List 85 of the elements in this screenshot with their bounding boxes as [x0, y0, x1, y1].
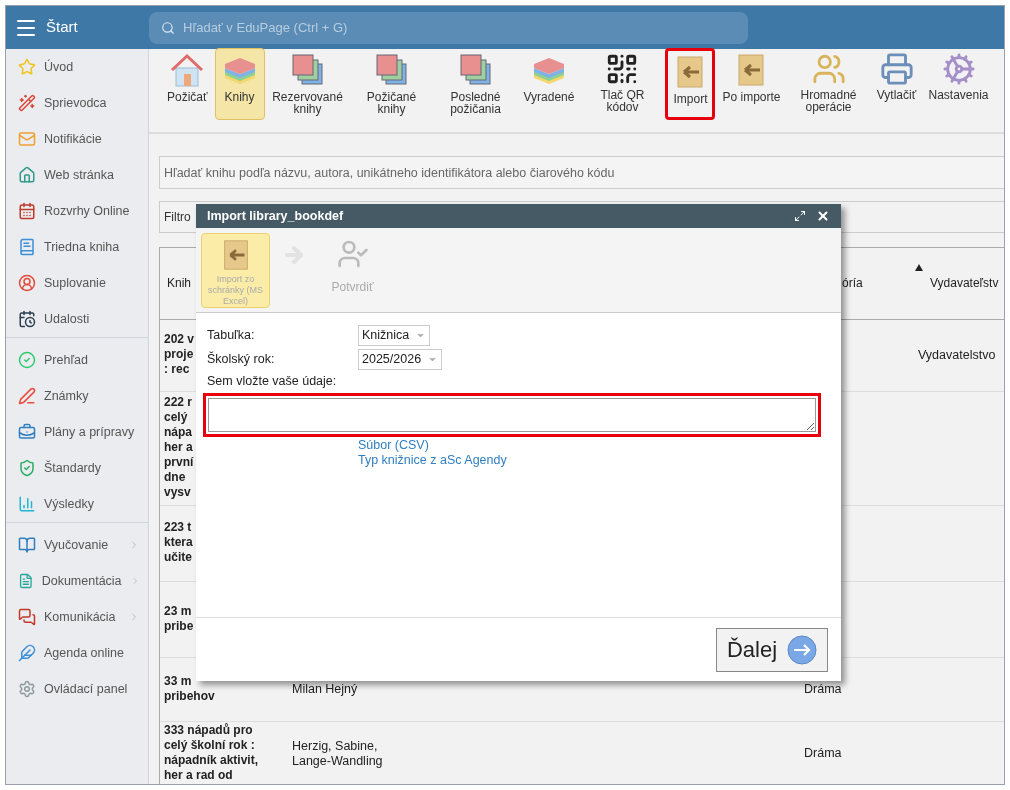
sidebar-item[interactable]: Výsledky: [6, 486, 148, 522]
maximize-icon[interactable]: [794, 210, 806, 222]
column-header[interactable]: Knih: [167, 276, 192, 291]
book-title: 202 v proje : rec: [164, 332, 195, 378]
dropdown[interactable]: 2025/2026: [358, 348, 443, 370]
bar-chart-icon: [18, 495, 36, 513]
person-icon: [18, 274, 36, 292]
envelope-icon: [18, 130, 36, 148]
document-icon: [18, 572, 34, 590]
book-title: 223 t ktera učite: [164, 520, 193, 566]
sidebar-item[interactable]: Ovládací panel: [6, 671, 148, 707]
book-title: 33 m pribehov: [164, 673, 215, 704]
link[interactable]: Súbor (CSV): [358, 437, 429, 453]
sidebar-item[interactable]: Agenda online: [6, 635, 148, 671]
toolbar-button[interactable]: Nastavenia: [923, 48, 994, 120]
dialog-title: Import library_bookdef: [207, 207, 345, 225]
sidebar-item[interactable]: Rozvrhy Online: [6, 193, 148, 229]
stacked-squares-icon: [457, 52, 494, 88]
column-header[interactable]: óría: [842, 276, 863, 291]
sidebar-item[interactable]: Suplovanie: [6, 265, 148, 301]
search-icon: [161, 20, 175, 35]
link[interactable]: Typ knižnice z aSc Agendy: [358, 452, 507, 468]
global-search-field[interactable]: Hľadať v EduPage (Ctrl + G): [149, 11, 748, 44]
author-cell-text: Herzig, Sabine, Lange-Wandling: [292, 738, 384, 769]
people-icon: [811, 52, 846, 86]
chat-icon: [18, 608, 36, 626]
start-title[interactable]: Štart: [46, 16, 78, 39]
house-icon: [169, 52, 206, 88]
sidebar-item[interactable]: Sprievodca: [6, 85, 148, 121]
toolbar-button[interactable]: Rezervované knihy: [266, 48, 349, 120]
stacked-squares-icon: [373, 52, 410, 88]
next-button[interactable]: Ďalej: [716, 627, 828, 672]
calendar-icon: [18, 202, 36, 220]
sidebar-item[interactable]: Dokumentácia: [6, 563, 148, 599]
house-icon: [18, 166, 36, 184]
gears-icon: [941, 52, 976, 86]
dropdown[interactable]: Knižnica: [358, 324, 431, 346]
star-icon: [18, 58, 36, 76]
close-icon[interactable]: [816, 209, 830, 223]
sidebar-item[interactable]: Úvod: [6, 49, 148, 85]
book-title: 23 m pribe: [164, 603, 194, 634]
feather-icon: [18, 644, 36, 662]
field-label: Tabuľka:: [207, 326, 256, 344]
toolbar-button[interactable]: Požičať: [162, 48, 213, 120]
column-header[interactable]: Vydavateľstv: [930, 276, 999, 291]
category-cell: Dráma: [804, 746, 842, 761]
check-circle-icon: [18, 351, 36, 369]
sidebar-item[interactable]: Prehľad: [6, 342, 148, 378]
sidebar-item[interactable]: Známky: [6, 378, 148, 414]
stacked-squares-icon: [289, 52, 326, 88]
settings-icon: [18, 680, 36, 698]
sidebar-item[interactable]: Plány a prípravy: [6, 414, 148, 450]
briefcase-icon: [18, 423, 36, 441]
book-icon: [18, 238, 36, 256]
sidebar-item[interactable]: Udalosti: [6, 301, 148, 337]
field-label: Sem vložte vaše údaje:: [207, 374, 337, 388]
toolbar-button[interactable]: Knihy: [214, 48, 265, 120]
calendar-icon: [18, 310, 36, 328]
open-book-icon: [18, 536, 36, 554]
category-cell: Dráma: [804, 682, 842, 697]
toolbar-button[interactable]: Vytlačiť: [871, 48, 922, 120]
toolbar-button[interactable]: Hromadné operácie: [787, 48, 870, 120]
printer-icon: [879, 52, 914, 86]
sidebar-item[interactable]: Komunikácia: [6, 599, 148, 635]
book-title: 333 nápadů pro celý školní rok : nápadník aktivit, her a rad od: [164, 722, 259, 783]
sidebar-item[interactable]: Vyučovanie: [6, 527, 148, 563]
filter-label: Filtro: [164, 209, 191, 226]
field-label: Školský rok:: [207, 350, 276, 368]
book-search-field[interactable]: Hľadať knihu podľa názvu, autora, unikátneho identifikátora alebo čiarového kódu: [159, 156, 1004, 189]
author-cell-text: Milan Hejný: [292, 682, 359, 697]
toolbar-button[interactable]: Posledné požičania: [434, 48, 517, 120]
sidebar-item[interactable]: Triedna kniha: [6, 229, 148, 265]
sidebar-item[interactable]: Notifikácie: [6, 121, 148, 157]
sidebar-item[interactable]: Web stránka: [6, 157, 148, 193]
toolbar-button[interactable]: Po importe: [717, 48, 786, 120]
toolbar-button[interactable]: Tlač QR kódov: [581, 48, 664, 120]
book-title: 222 r celý nápa her a první dne vysv: [164, 395, 194, 501]
sidebar-item[interactable]: Štandardy: [6, 450, 148, 486]
arrow-circle-icon: [787, 634, 818, 665]
toolbar-button[interactable]: Vyradené: [518, 48, 580, 120]
toolbar-button[interactable]: Požičané knihy: [350, 48, 433, 120]
magic-wand-icon: [18, 94, 36, 112]
publisher-cell: Vydavatelstvo: [918, 348, 996, 363]
toolbar-button[interactable]: Import: [665, 48, 716, 120]
shield-icon: [18, 459, 36, 477]
